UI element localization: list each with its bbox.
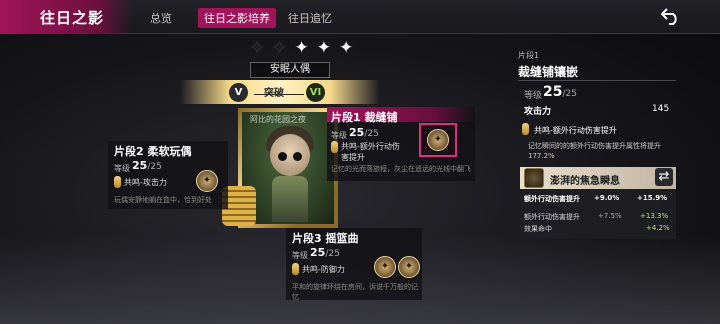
- skill-main-to: +15.9%: [637, 194, 668, 202]
- fragment-2-title: 片段2 柔软玩偶: [114, 145, 192, 158]
- rank-from-badge: V: [229, 83, 248, 102]
- gear-slot-icon[interactable]: ✦: [427, 129, 449, 151]
- skill-row-to: +13.3%: [640, 212, 669, 220]
- detail-stat-label: 攻击力: [524, 107, 552, 117]
- resonance-icon: [522, 123, 529, 135]
- fragment-2-level-current: 25: [132, 159, 148, 172]
- star-icon: ✦: [272, 38, 287, 58]
- gear-slot-icon[interactable]: ✦: [196, 170, 218, 192]
- fragment-3-title: 片段3 摇篮曲: [292, 232, 359, 245]
- star-icon: ✦: [339, 38, 354, 58]
- fragment-3-effect: 共鸣-防御力: [302, 265, 345, 274]
- detail-level-max: /25: [562, 89, 577, 99]
- gear-slot-icon[interactable]: ✦: [398, 256, 420, 278]
- divider: [518, 80, 676, 81]
- doll-eye: [278, 152, 287, 161]
- fragment-3-level-label: 等级: [292, 251, 308, 260]
- skill-main-label: 额外行动伤害提升: [524, 195, 580, 203]
- rank-to-badge: VI: [306, 83, 325, 102]
- star-rating: ✦ ✦ ✦ ✦ ✦: [250, 40, 353, 57]
- page-title: 往日之影: [40, 9, 105, 27]
- skill-row-to: +4.2%: [646, 224, 670, 232]
- skill-row-label: 额外行动伤害提升: [524, 213, 580, 221]
- fragment-1-level-max: /25: [364, 129, 379, 139]
- tab-cultivation[interactable]: 往日之影培养: [198, 8, 276, 28]
- fragment-1-level-current: 25: [349, 126, 365, 139]
- fragment-2-flavor: 玩偶安静地躺在盒中，恰到好处: [114, 196, 212, 204]
- fragment-1-level-label: 等级: [331, 131, 347, 140]
- detail-stat-value: 145: [652, 104, 670, 114]
- tab-overview[interactable]: 总览: [150, 10, 172, 26]
- resonance-icon: [331, 141, 338, 153]
- resonance-icon: [114, 176, 121, 188]
- detail-resonance: 共鸣-额外行动伤害提升: [534, 126, 617, 135]
- skill-main-from: +9.0%: [594, 194, 620, 202]
- swap-button[interactable]: ⇄: [655, 168, 673, 186]
- fragment-1-effect: 共鸣-额外行动伤害提升: [341, 142, 400, 162]
- star-icon: ✦: [294, 38, 309, 58]
- back-arrow-icon: [661, 8, 677, 25]
- detail-resonance-desc: 记忆瞬间的的额外行动伤害提升属性将提升177.2%: [528, 142, 661, 160]
- doll-face: [270, 134, 310, 176]
- breakthrough-label: 突破: [264, 84, 284, 99]
- doll-eye: [293, 152, 302, 161]
- back-button[interactable]: [658, 3, 684, 29]
- skill-row-from: +7.5%: [598, 212, 622, 220]
- doll-body: [272, 176, 308, 222]
- star-icon: ✦: [316, 38, 331, 58]
- detail-title: 裁缝铺镶嵌: [518, 65, 579, 79]
- fragment-3-flavor: 平和的旋律环绕在房间，诉说千万般的记忆: [292, 283, 418, 301]
- fragment-3-level-current: 25: [310, 246, 326, 259]
- fragment-1-title: 片段1 裁缝铺: [331, 111, 398, 124]
- fragment-1-level: 25/25: [349, 126, 379, 139]
- detail-subtitle: 片段1: [518, 51, 540, 60]
- fragment-2-effect: 共鸣-攻击力: [124, 178, 167, 187]
- skill-name: 澎湃的焦急瞬息: [550, 176, 620, 187]
- fragment-2-level-label: 等级: [114, 164, 130, 173]
- top-bar: 往日之影 总览 往日之影培养 往日追忆: [0, 0, 720, 34]
- fragment-3-level-max: /25: [325, 249, 340, 259]
- fragment-2-level: 25/25: [132, 159, 162, 172]
- fragment-1-flavor: 记忆的光而落旅程，灰尘在遥远的光线中翻飞: [331, 165, 471, 173]
- resonance-icon: [292, 263, 299, 275]
- detail-level-label: 等级: [524, 91, 543, 101]
- gear-slot-icon[interactable]: ✦: [374, 256, 396, 278]
- skill-icon: [524, 168, 544, 188]
- swap-icon: ⇄: [658, 169, 670, 184]
- detail-level-current: 25: [543, 84, 563, 100]
- tab-recollection[interactable]: 往日追忆: [288, 10, 332, 26]
- star-icon: ✦: [250, 38, 265, 58]
- arrow-right-icon: [254, 94, 304, 95]
- detail-level: 25/25: [543, 84, 577, 100]
- fragment-2-level-max: /25: [147, 162, 162, 172]
- skill-row-label: 效果命中: [524, 225, 552, 233]
- doll-name: 安眠人偶: [250, 62, 330, 78]
- fragment-3-level: 25/25: [310, 246, 340, 259]
- card-caption: 阿比的花园之夜: [250, 115, 306, 124]
